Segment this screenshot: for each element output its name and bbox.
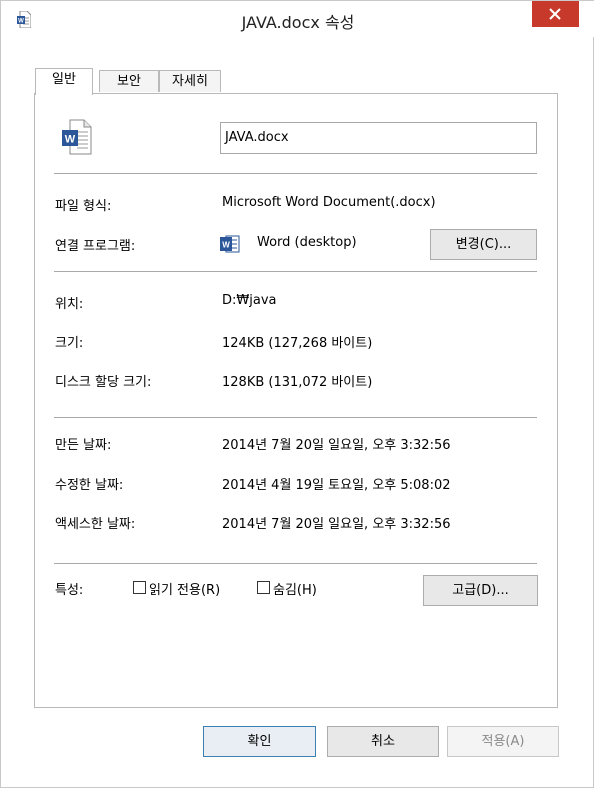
properties-dialog: W JAVA.docx 속성 일반 보안 자세히 W JAVA.docx 파일 … [0,0,595,788]
ok-button[interactable]: 확인 [203,726,316,757]
window-title: JAVA.docx 속성 [241,13,355,32]
close-button[interactable] [532,1,579,27]
size-on-disk-value: 128KB (131,072 바이트) [222,375,373,390]
separator [54,563,537,564]
hidden-label[interactable]: 숨김(H) [273,579,317,598]
attributes-label: 특성: [55,583,84,598]
svg-text:W: W [222,241,230,250]
file-type-label: 파일 형식: [55,199,112,214]
modified-value: 2014년 4월 19일 토요일, 오후 5:08:02 [222,478,451,493]
opens-with-label: 연결 프로그램: [55,239,136,254]
file-type-value: Microsoft Word Document(.docx) [222,195,436,210]
cancel-button[interactable]: 취소 [327,726,439,757]
location-label: 위치: [55,297,84,312]
size-value: 124KB (127,268 바이트) [222,336,373,351]
svg-text:W: W [65,134,76,146]
change-button[interactable]: 변경(C)... [430,229,537,260]
size-on-disk-label: 디스크 할당 크기: [55,375,152,390]
created-value: 2014년 7월 20일 일요일, 오후 3:32:56 [222,438,451,453]
hidden-checkbox[interactable] [257,581,270,594]
size-label: 크기: [55,336,84,351]
tab-security[interactable]: 보안 [99,70,159,92]
accessed-value: 2014년 7월 20일 일요일, 오후 3:32:56 [222,517,451,532]
modified-label: 수정한 날짜: [55,478,124,493]
opens-with-value: Word (desktop) [257,235,357,250]
tab-general[interactable]: 일반 [35,68,93,95]
title-bar[interactable]: W JAVA.docx 속성 [1,1,595,37]
location-value: D:₩java [222,293,277,308]
general-tab-panel [34,93,558,708]
word-app-icon: W [220,235,240,253]
accessed-label: 액세스한 날짜: [55,517,136,532]
readonly-checkbox[interactable] [133,581,146,594]
readonly-label[interactable]: 읽기 전용(R) [149,579,220,598]
separator [54,417,537,418]
created-label: 만든 날짜: [55,438,112,453]
apply-button[interactable]: 적용(A) [447,726,559,757]
file-name-input[interactable]: JAVA.docx [220,122,537,154]
word-document-icon: W [62,119,92,155]
separator [54,271,537,272]
close-icon [549,8,561,20]
separator [54,173,537,174]
advanced-button[interactable]: 고급(D)... [423,575,538,606]
tab-details[interactable]: 자세히 [159,70,221,92]
